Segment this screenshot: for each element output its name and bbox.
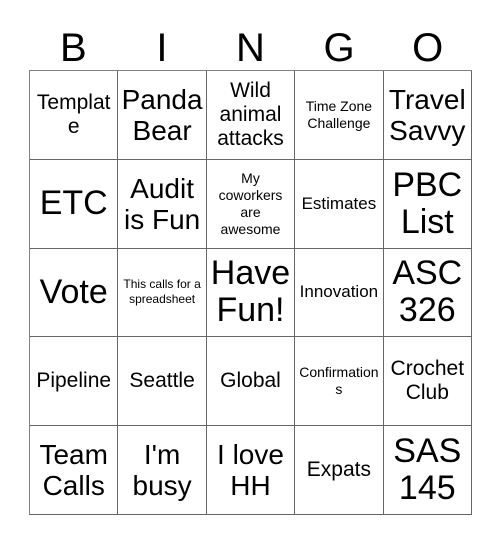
bingo-cell-label: ASC 326 <box>392 254 463 330</box>
bingo-cell-label: I love HH <box>217 439 284 502</box>
bingo-cell-label: Vote <box>39 272 108 311</box>
bingo-cell-label: Crochet Club <box>390 357 465 405</box>
bingo-cell-label: PBC List <box>392 165 463 241</box>
bingo-cell[interactable]: Innovation <box>295 248 384 338</box>
bingo-cell[interactable]: Have Fun! <box>206 248 296 338</box>
bingo-cell[interactable]: Time Zone Challenge <box>295 71 384 160</box>
bingo-cell-label: Global <box>220 369 281 393</box>
bingo-cell-label: I'm busy <box>132 439 192 502</box>
bingo-cell-label: Travel Savvy <box>388 83 466 146</box>
bingo-grid: Template Panda Bear Wild animal attacks Tim… <box>29 70 472 515</box>
bingo-card: B I N G O Template Panda Bear Wild animal atta… <box>0 0 500 544</box>
bingo-cell[interactable]: Vote <box>30 248 119 338</box>
bingo-cell[interactable]: ASC 326 <box>383 248 472 338</box>
bingo-cell[interactable]: Template <box>30 71 119 160</box>
bingo-header-letter-b: B <box>59 26 87 70</box>
bingo-cell-label: Panda Bear <box>121 83 203 146</box>
bingo-cell-label: Have Fun! <box>210 254 291 330</box>
bingo-cell[interactable]: My coworkers are awesome <box>206 159 296 249</box>
bingo-header-letter-o: O <box>412 26 444 70</box>
bingo-header-letter-n: N <box>236 26 265 70</box>
bingo-cell-label: Template <box>36 90 111 138</box>
bingo-cell[interactable]: Pipeline <box>30 337 119 427</box>
bingo-cell-label: Time Zone Challenge <box>305 97 373 131</box>
bingo-cell[interactable]: I'm busy <box>118 426 207 515</box>
bingo-cell-label: Seattle <box>129 369 195 393</box>
bingo-cell[interactable]: Wild animal attacks <box>206 71 296 160</box>
bingo-cell[interactable]: Panda Bear <box>118 71 207 160</box>
bingo-header-letter-i: I <box>156 26 168 70</box>
bingo-cell-label: Expats <box>306 458 371 482</box>
bingo-cell[interactable]: Crochet Club <box>383 337 472 427</box>
bingo-cell-label: Confirmations <box>299 364 379 398</box>
bingo-cell-label: Wild animal attacks <box>217 78 284 150</box>
bingo-cell[interactable]: ETC <box>30 159 119 249</box>
bingo-cell-label: Audit is Fun <box>123 172 201 235</box>
bingo-cell[interactable]: PBC List <box>383 159 472 249</box>
bingo-cell[interactable]: This calls for a spreadsheet <box>118 248 207 338</box>
bingo-cell-label: This calls for a spreadsheet <box>123 277 201 307</box>
bingo-cell[interactable]: Estimates <box>295 159 384 249</box>
bingo-cell-label: ETC <box>39 184 108 223</box>
bingo-cell-label: My coworkers are awesome <box>218 169 283 237</box>
bingo-cell[interactable]: Audit is Fun <box>118 159 207 249</box>
bingo-cell[interactable]: Travel Savvy <box>383 71 472 160</box>
bingo-cell-label: Pipeline <box>36 369 112 393</box>
bingo-header-row: BINGO <box>29 16 472 70</box>
bingo-cell[interactable]: Confirmations <box>295 337 384 427</box>
bingo-cell-label: SAS 145 <box>393 432 462 508</box>
bingo-cell-label: Innovation <box>299 282 379 302</box>
bingo-cell[interactable]: Seattle <box>118 337 207 427</box>
bingo-cell[interactable]: Global <box>206 337 296 427</box>
bingo-cell-label: Estimates <box>301 193 377 213</box>
bingo-cell-label: Team Calls <box>39 439 108 502</box>
bingo-cell[interactable]: Expats <box>295 426 384 515</box>
bingo-cell[interactable]: I love HH <box>206 426 296 515</box>
bingo-cell[interactable]: Team Calls <box>30 426 119 515</box>
bingo-cell[interactable]: SAS 145 <box>383 426 472 515</box>
bingo-header-letter-g: G <box>323 26 355 70</box>
